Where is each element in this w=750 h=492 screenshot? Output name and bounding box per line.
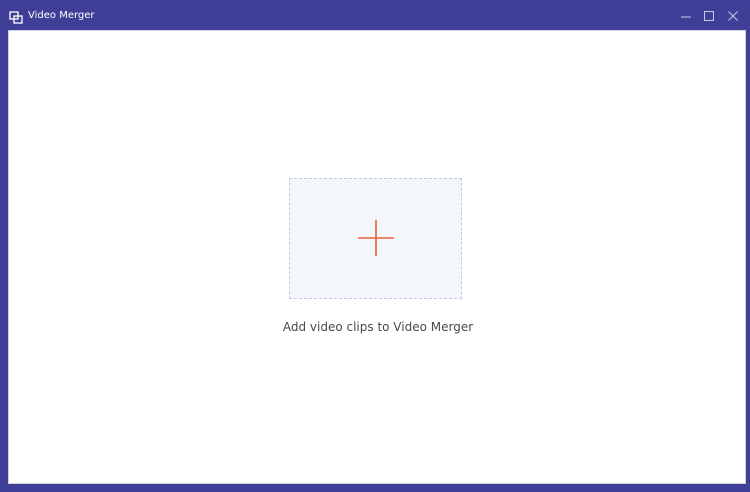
main-content: Add video clips to Video Merger xyxy=(8,30,746,484)
minimize-icon xyxy=(680,7,692,26)
minimize-button[interactable] xyxy=(676,6,696,26)
merge-icon xyxy=(9,9,23,24)
close-button[interactable] xyxy=(723,6,743,26)
maximize-icon xyxy=(703,7,715,26)
title-bar[interactable]: Video Merger xyxy=(0,0,750,30)
app-window: Video Merger Add video clips to Video Me… xyxy=(0,0,750,492)
window-title: Video Merger xyxy=(28,10,95,21)
close-icon xyxy=(727,7,739,26)
add-video-drop-zone[interactable] xyxy=(289,178,462,299)
maximize-button[interactable] xyxy=(699,6,719,26)
plus-icon xyxy=(358,220,394,256)
drop-zone-label: Add video clips to Video Merger xyxy=(282,320,474,334)
